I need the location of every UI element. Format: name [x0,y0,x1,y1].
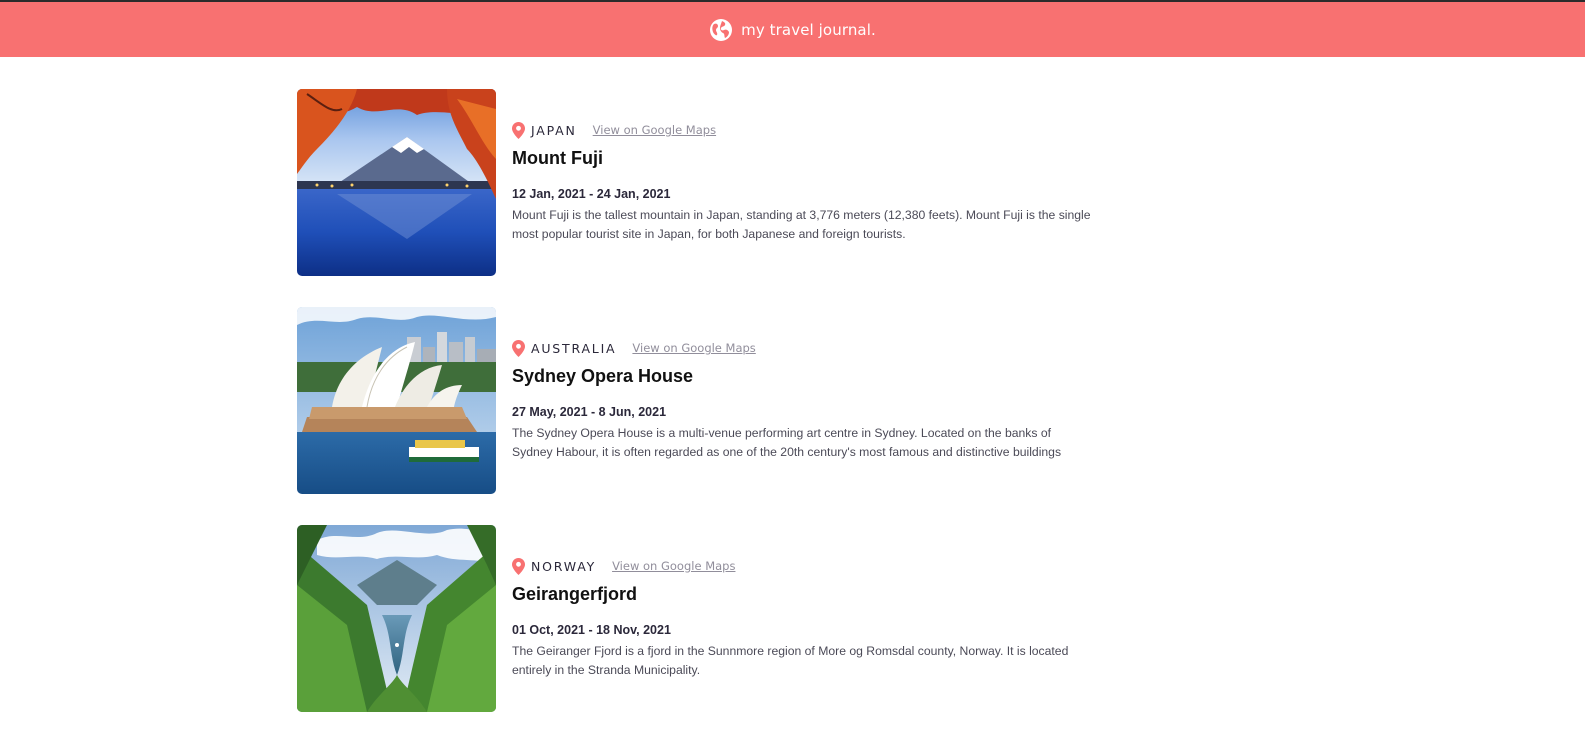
entry-info: NORWAY View on Google Maps Geirangerfjor… [512,557,1092,680]
journal-entry: NORWAY View on Google Maps Geirangerfjor… [297,525,1097,712]
google-maps-link[interactable]: View on Google Maps [612,559,735,573]
entry-place-title: Mount Fuji [512,148,603,168]
location-row: JAPAN View on Google Maps [512,121,1092,139]
journal-entry: AUSTRALIA View on Google Maps Sydney Ope… [297,307,1097,494]
entry-country: JAPAN [531,122,577,138]
location-pin-icon [512,557,525,575]
entry-info: JAPAN View on Google Maps Mount Fuji 12 … [512,121,1092,244]
entry-image-geirangerfjord [297,525,496,712]
entry-description: Mount Fuji is the tallest mountain in Ja… [512,208,1091,241]
location-pin-icon [512,121,525,139]
entry-dates: 27 May, 2021 - 8 Jun, 2021 [512,405,667,419]
google-maps-link[interactable]: View on Google Maps [632,341,755,355]
entry-image-mount-fuji [297,89,496,276]
entry-place-title: Sydney Opera House [512,366,694,386]
entry-description: The Geiranger Fjord is a fjord in the Su… [512,644,1069,677]
entry-info: AUSTRALIA View on Google Maps Sydney Ope… [512,339,1092,462]
app-title: my travel journal. [741,20,876,39]
entry-place-title: Geirangerfjord [512,584,638,604]
location-pin-icon [512,339,525,357]
app-header: my travel journal. [0,2,1585,57]
entry-country: AUSTRALIA [531,340,617,356]
location-row: NORWAY View on Google Maps [512,557,1092,575]
google-maps-link[interactable]: View on Google Maps [593,123,716,137]
entry-image-sydney-opera-house [297,307,496,494]
entry-country: NORWAY [531,558,597,574]
journal-entry: JAPAN View on Google Maps Mount Fuji 12 … [297,89,1097,276]
entry-description: The Sydney Opera House is a multi-venue … [512,426,1062,459]
entry-dates: 01 Oct, 2021 - 18 Nov, 2021 [512,623,671,637]
globe-icon [709,18,733,42]
entry-dates: 12 Jan, 2021 - 24 Jan, 2021 [512,187,671,201]
location-row: AUSTRALIA View on Google Maps [512,339,1092,357]
